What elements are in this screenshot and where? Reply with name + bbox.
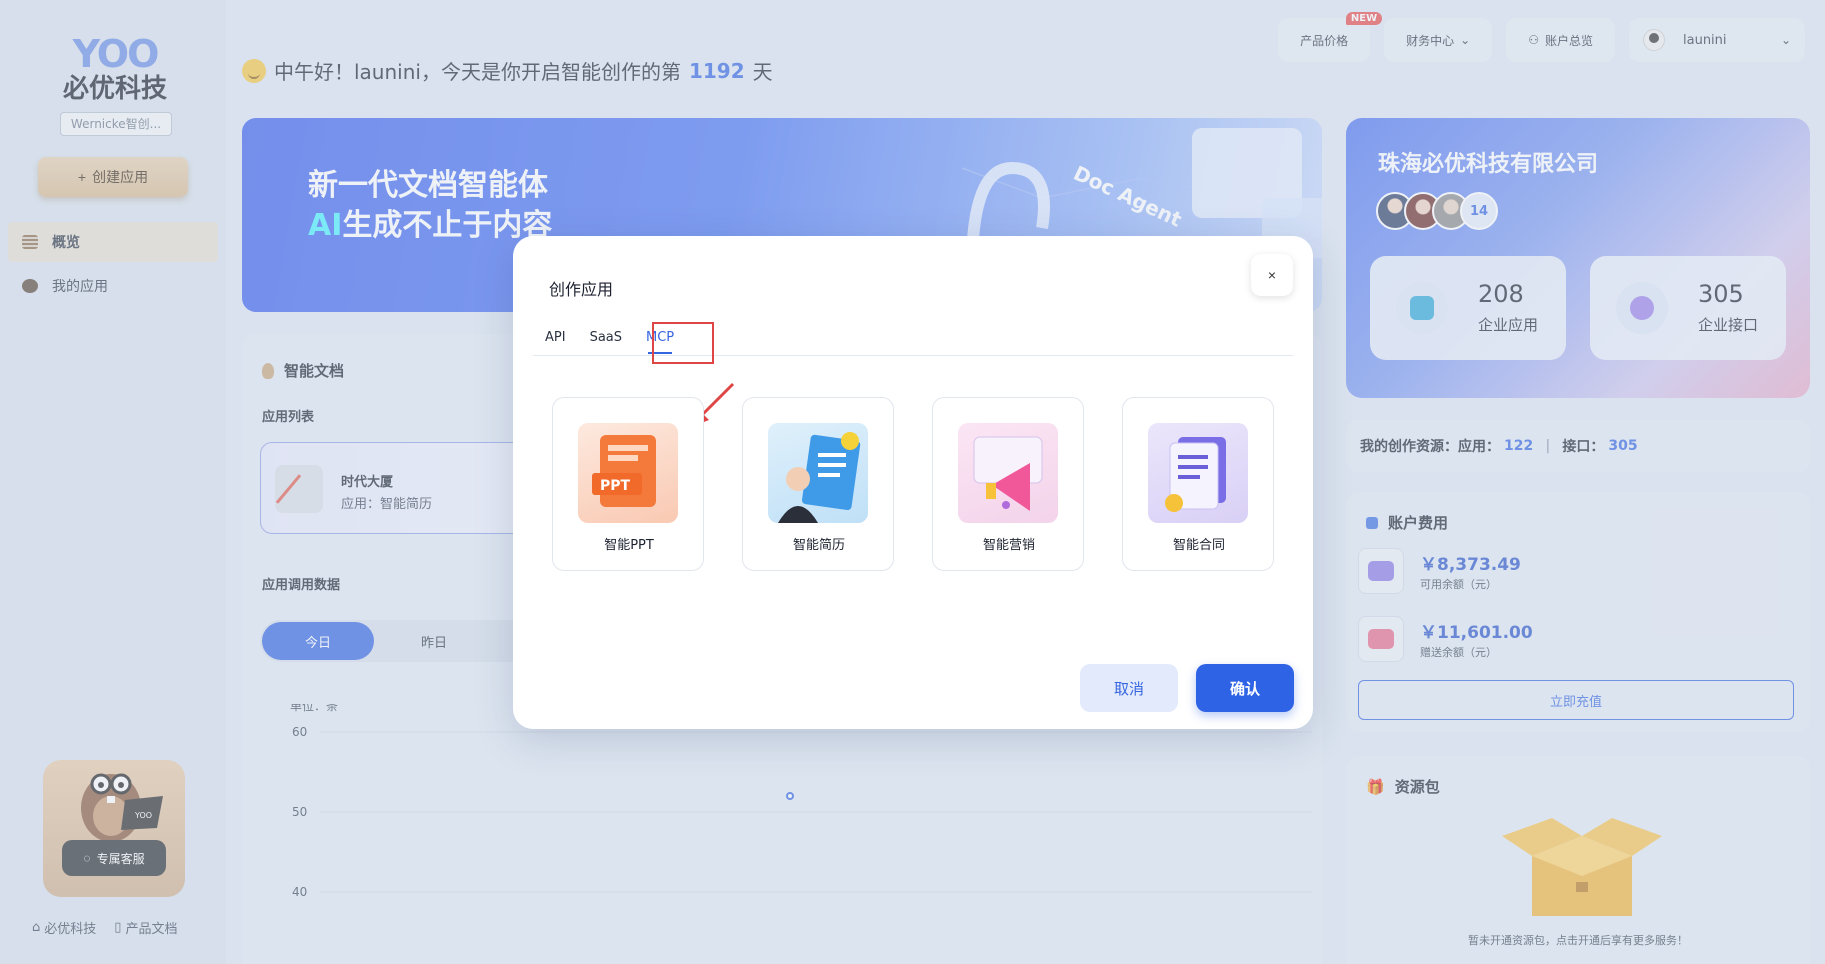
template-card-marketing[interactable]: 智能营销 (932, 397, 1084, 571)
modal-tabs: API SaaS MCP (533, 320, 1293, 356)
create-app-modal: 创作应用 × API SaaS MCP PPT 智能PPT 智能简历 智能营销 … (513, 236, 1313, 729)
resume-icon (768, 423, 868, 523)
template-label: 智能简历 (792, 538, 845, 553)
template-card-resume[interactable]: 智能简历 (742, 397, 894, 571)
highlight-box (652, 322, 714, 364)
megaphone-icon (958, 423, 1058, 523)
confirm-button[interactable]: 确认 (1196, 664, 1294, 712)
close-icon: × (1267, 267, 1277, 283)
template-grid: PPT 智能PPT 智能简历 智能营销 智能合同 (552, 397, 1274, 571)
contract-icon (1148, 423, 1248, 523)
template-label: 智能PPT (604, 538, 654, 553)
tab-saas[interactable]: SaaS (578, 320, 634, 356)
cancel-button[interactable]: 取消 (1080, 664, 1178, 712)
ppt-icon: PPT (578, 423, 678, 523)
modal-title: 创作应用 (549, 280, 614, 299)
template-label: 智能营销 (982, 538, 1035, 553)
template-label: 智能合同 (1172, 538, 1225, 553)
tab-api[interactable]: API (533, 320, 578, 356)
template-card-ppt[interactable]: PPT 智能PPT (552, 397, 704, 571)
close-button[interactable]: × (1251, 254, 1293, 296)
template-card-contract[interactable]: 智能合同 (1122, 397, 1274, 571)
ppt-badge-text: PPT (600, 478, 631, 494)
